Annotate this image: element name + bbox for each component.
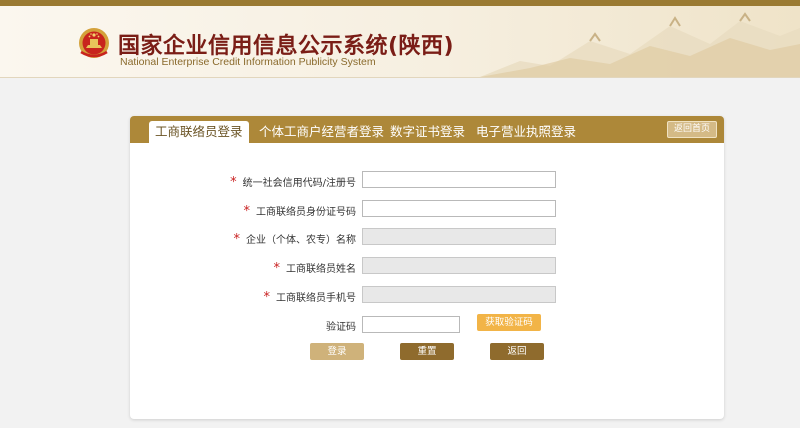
site-header: 国家企业信用信息公示系统(陕西) National Enterprise Cre…: [0, 6, 800, 77]
liaison-name-input: [362, 257, 556, 274]
field-label-liaison-phone: * 工商联络员手机号: [264, 289, 357, 305]
required-mark: *: [263, 290, 271, 305]
required-mark: *: [243, 204, 251, 219]
tab-digital-certificate-login[interactable]: 数字证书登录: [390, 121, 465, 143]
field-label-text: 工商联络员身份证号码: [256, 207, 356, 218]
field-label-liaison-name: * 工商联络员姓名: [274, 260, 357, 276]
reset-button[interactable]: 重置: [400, 343, 454, 360]
captcha-label: 验证码: [326, 322, 356, 333]
back-button[interactable]: 返回: [490, 343, 544, 360]
national-emblem-icon: [79, 28, 109, 58]
liaison-phone-input: [362, 286, 556, 303]
enterprise-name-input: [362, 228, 556, 245]
login-tab-bar: 工商联络员登录 个体工商户经营者登录 数字证书登录 电子营业执照登录 返回首页: [130, 116, 724, 143]
tab-e-license-login[interactable]: 电子营业执照登录: [476, 121, 576, 143]
captcha-input[interactable]: [362, 316, 460, 333]
field-label-text: 企业（个体、农专）名称: [246, 235, 356, 246]
liaison-id-input[interactable]: [362, 200, 556, 217]
great-wall-decoration: [480, 12, 800, 77]
field-label-text: 工商联络员手机号: [276, 293, 356, 304]
get-captcha-button[interactable]: 获取验证码: [477, 314, 541, 331]
login-button[interactable]: 登录: [310, 343, 364, 360]
tab-liaison-login[interactable]: 工商联络员登录: [149, 121, 249, 143]
back-to-home-button[interactable]: 返回首页: [666, 121, 717, 138]
field-label-text: 工商联络员姓名: [286, 264, 356, 275]
field-label-credit-code: * 统一社会信用代码/注册号: [230, 174, 356, 190]
header-divider: [0, 77, 800, 78]
tab-individual-business-login[interactable]: 个体工商户经营者登录: [259, 121, 384, 143]
login-panel: 工商联络员登录 个体工商户经营者登录 数字证书登录 电子营业执照登录 返回首页 …: [130, 116, 724, 419]
credit-code-input[interactable]: [362, 171, 556, 188]
field-label-text: 统一社会信用代码/注册号: [242, 178, 356, 189]
required-mark: *: [233, 232, 241, 247]
required-mark: *: [273, 261, 281, 276]
field-label-liaison-id: * 工商联络员身份证号码: [244, 203, 357, 219]
required-mark: *: [230, 175, 237, 190]
site-subtitle: National Enterprise Credit Information P…: [120, 56, 376, 68]
field-label-enterprise-name: * 企业（个体、农专）名称: [234, 231, 357, 247]
